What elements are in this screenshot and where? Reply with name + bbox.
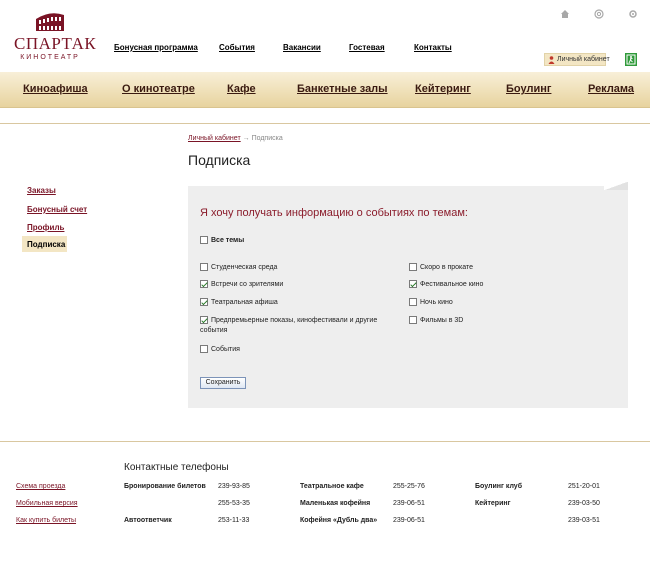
contact-name: Маленькая кофейня [300, 500, 371, 507]
contact-name: Театральное кафе [300, 483, 364, 490]
topic-student-label: Студенческая среда [211, 264, 278, 271]
contact-name: Кофейня «Дубль два» [300, 517, 378, 524]
contact-phone: 251-20-01 [568, 483, 600, 490]
contact-phone: 239-03-51 [568, 517, 600, 524]
footer-link-mobile[interactable]: Мобильная версия [16, 500, 78, 507]
mainnav-about-cinema[interactable]: О кинотеатре [122, 83, 195, 95]
personal-cabinet-label: Личный кабинет [557, 56, 610, 63]
mainnav-bowling[interactable]: Боулинг [506, 83, 551, 95]
topic-coming-soon-checkbox[interactable] [409, 263, 417, 271]
topic-night-label: Ночь кино [420, 299, 453, 306]
site-logo[interactable]: СПАРТАК КИНОТЕАТР [14, 10, 97, 62]
footer-divider [0, 441, 650, 442]
topic-coming-soon-label: Скоро в прокате [420, 264, 474, 271]
topic-premieres-label: Предпремьерные показы, кинофестивали и д… [211, 317, 378, 324]
topnav-guestbook[interactable]: Гостевая [349, 43, 385, 52]
content-divider [0, 123, 650, 124]
subscription-heading: Я хочу получать информацию о событиях по… [200, 207, 468, 219]
sitemap-icon[interactable] [628, 9, 638, 19]
mainnav-film-schedule[interactable]: Киноафиша [23, 83, 88, 95]
mainnav-advertising[interactable]: Реклама [588, 83, 634, 95]
topic-events-checkbox[interactable] [200, 345, 208, 353]
topic-3d-label: Фильмы в 3D [420, 317, 464, 324]
footer-link-buy-tickets[interactable]: Как купить билеты [16, 517, 76, 524]
topnav-bonus-program[interactable]: Бонусная программа [114, 43, 198, 52]
exit-icon[interactable] [625, 53, 637, 66]
topnav-vacancies[interactable]: Вакансии [283, 43, 321, 52]
topic-night-checkbox[interactable] [409, 298, 417, 306]
all-topics-label: Все темы [211, 237, 245, 244]
contact-phone: 255-53-35 [218, 500, 250, 507]
contact-phone: 239-06-51 [393, 500, 425, 507]
page-title: Подписка [188, 152, 251, 168]
topic-theater-checkbox[interactable] [200, 298, 208, 306]
mainnav-catering[interactable]: Кейтеринг [415, 83, 471, 95]
topnav-contacts[interactable]: Контакты [414, 43, 452, 52]
breadcrumb-separator: → [242, 135, 250, 142]
main-navigation: Киноафиша О кинотеатре Кафе Банкетные за… [0, 72, 650, 108]
subscription-panel [188, 186, 628, 408]
panel-corner-fold [604, 182, 628, 190]
topic-festival-label: Фестивальное кино [420, 281, 484, 288]
sidebar-item-subscription[interactable]: Подписка [22, 236, 67, 252]
home-icon[interactable] [560, 9, 570, 19]
topic-meetings-checkbox[interactable] [200, 280, 208, 288]
sidebar-item-profile[interactable]: Профиль [27, 223, 64, 232]
contacts-title: Контактные телефоны [124, 462, 229, 473]
all-topics-checkbox[interactable] [200, 236, 208, 244]
breadcrumb-current: Подписка [251, 135, 283, 142]
contact-phone: 253-11-33 [218, 517, 250, 524]
contact-name: Бронирование билетов [124, 483, 206, 490]
user-icon [548, 56, 555, 64]
topic-events-label: События [211, 346, 240, 353]
topic-premieres-label-cont: события [200, 327, 228, 334]
topic-meetings-label: Встречи со зрителями [211, 281, 284, 288]
topic-premieres-checkbox[interactable] [200, 316, 208, 324]
logo-brand: СПАРТАК [14, 34, 97, 53]
topic-3d-checkbox[interactable] [409, 316, 417, 324]
topic-theater-label: Театральная афиша [211, 299, 278, 306]
contact-phone: 255-25-76 [393, 483, 425, 490]
logo-subtitle: КИНОТЕАТР [20, 54, 80, 61]
contact-name: Автоответчик [124, 517, 172, 524]
sidebar-item-bonus-account[interactable]: Бонусный счет [27, 205, 87, 214]
breadcrumb: Личный кабинет → Подписка [188, 135, 283, 142]
topic-festival-checkbox[interactable] [409, 280, 417, 288]
site-header: СПАРТАК КИНОТЕАТР Бонусная программа Соб… [0, 0, 650, 72]
contact-phone: 239-03-50 [568, 500, 600, 507]
mainnav-banquet-halls[interactable]: Банкетные залы [297, 83, 388, 95]
contact-phone: 239-93-85 [218, 483, 250, 490]
contact-name: Кейтеринг [475, 500, 511, 507]
personal-cabinet-button[interactable]: Личный кабинет [544, 53, 610, 66]
contact-phone: 239-06-51 [393, 517, 425, 524]
colosseum-icon [36, 13, 64, 31]
topic-student-checkbox[interactable] [200, 263, 208, 271]
footer-link-directions[interactable]: Схема проезда [16, 483, 65, 490]
email-icon[interactable] [594, 9, 604, 19]
breadcrumb-personal-cabinet[interactable]: Личный кабинет [188, 135, 241, 142]
save-button[interactable]: Сохранить [200, 377, 246, 389]
contact-name: Боулинг клуб [475, 483, 523, 490]
mainnav-cafe[interactable]: Кафе [227, 83, 256, 95]
topnav-events[interactable]: События [219, 43, 255, 52]
sidebar-item-orders[interactable]: Заказы [27, 186, 56, 195]
